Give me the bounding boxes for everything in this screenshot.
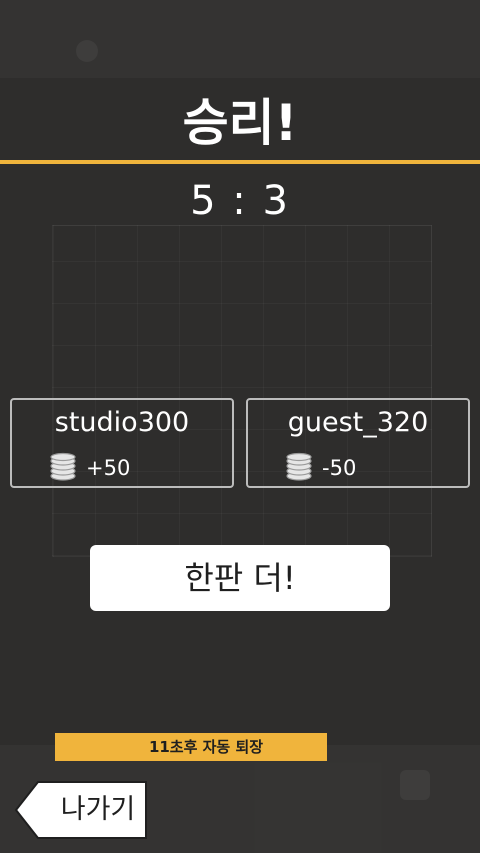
title-divider bbox=[0, 160, 480, 164]
coins-icon bbox=[286, 452, 312, 481]
player-card-loser: guest_320 -50 bbox=[246, 398, 470, 488]
background-avatar bbox=[76, 40, 98, 62]
exit-label: 나가기 bbox=[60, 794, 136, 825]
player-name: studio300 bbox=[54, 407, 190, 438]
auto-exit-countdown: 11초후 자동 퇴장 bbox=[148, 738, 264, 756]
coins-icon bbox=[50, 452, 76, 481]
background-board bbox=[52, 225, 432, 557]
coin-delta: +50 bbox=[86, 456, 131, 480]
exit-button[interactable]: 나가기 bbox=[14, 780, 148, 840]
result-title: 승리! bbox=[182, 94, 298, 152]
game-result-screen: 승리! 5 : 3 studio300 +50 guest_320 -50 한판… bbox=[0, 0, 480, 853]
background-icon bbox=[400, 770, 430, 800]
player-name: guest_320 bbox=[287, 407, 429, 438]
play-again-button[interactable]: 한판 더! bbox=[90, 545, 390, 611]
background-top-bar bbox=[0, 0, 480, 78]
final-score: 5 : 3 bbox=[190, 178, 290, 224]
player-card-winner: studio300 +50 bbox=[10, 398, 234, 488]
auto-exit-banner: 11초후 자동 퇴장 bbox=[55, 733, 327, 761]
coin-delta: -50 bbox=[322, 456, 357, 480]
